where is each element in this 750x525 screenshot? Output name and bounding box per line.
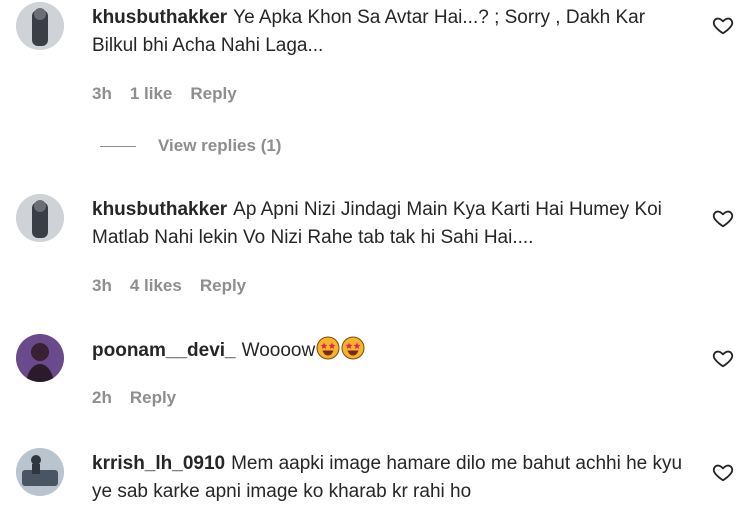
comment-time: 3h <box>92 276 112 295</box>
comment-likes[interactable]: 1 like <box>130 84 173 103</box>
comment-username[interactable]: poonam__devi_ <box>92 340 236 361</box>
avatar[interactable] <box>16 194 64 242</box>
view-replies-button[interactable]: View replies (1) <box>100 136 281 156</box>
avatar[interactable] <box>16 334 64 382</box>
star-struck-emoji <box>316 336 340 360</box>
comment-text: khusbuthakker Ap Apni Nizi Jindagi Main K… <box>92 196 692 252</box>
divider-line <box>100 145 136 147</box>
star-struck-emoji <box>341 336 365 360</box>
comment-username[interactable]: khusbuthakker <box>92 199 227 220</box>
heart-outline-icon[interactable] <box>712 347 734 369</box>
comment-likes[interactable]: 4 likes <box>130 276 182 295</box>
comment-text: khusbuthakker Ye Apka Khon Sa Avtar Hai..… <box>92 4 692 60</box>
comment-meta: 3h 4 likes Reply <box>92 276 264 296</box>
view-replies-label: View replies (1) <box>158 136 282 155</box>
comment-body: Woooow <box>241 340 316 361</box>
comment-time: 3h <box>92 84 112 103</box>
reply-button[interactable]: Reply <box>130 388 176 407</box>
avatar[interactable] <box>16 2 64 50</box>
comment-text: poonam__devi_ Woooow <box>92 336 692 365</box>
reply-button[interactable]: Reply <box>200 276 246 295</box>
comment-meta: 2h Reply <box>92 388 194 408</box>
heart-outline-icon[interactable] <box>712 207 734 229</box>
comment-text: krrish_lh_0910 Mem aapki image hamare dil… <box>92 450 692 506</box>
comment-username[interactable]: khusbuthakker <box>92 7 227 28</box>
comment-username[interactable]: krrish_lh_0910 <box>92 453 225 474</box>
comment-time: 2h <box>92 388 112 407</box>
comment-meta: 3h 1 like Reply <box>92 84 255 104</box>
heart-outline-icon[interactable] <box>712 461 734 483</box>
reply-button[interactable]: Reply <box>190 84 236 103</box>
avatar[interactable] <box>16 448 64 496</box>
heart-outline-icon[interactable] <box>712 14 734 36</box>
